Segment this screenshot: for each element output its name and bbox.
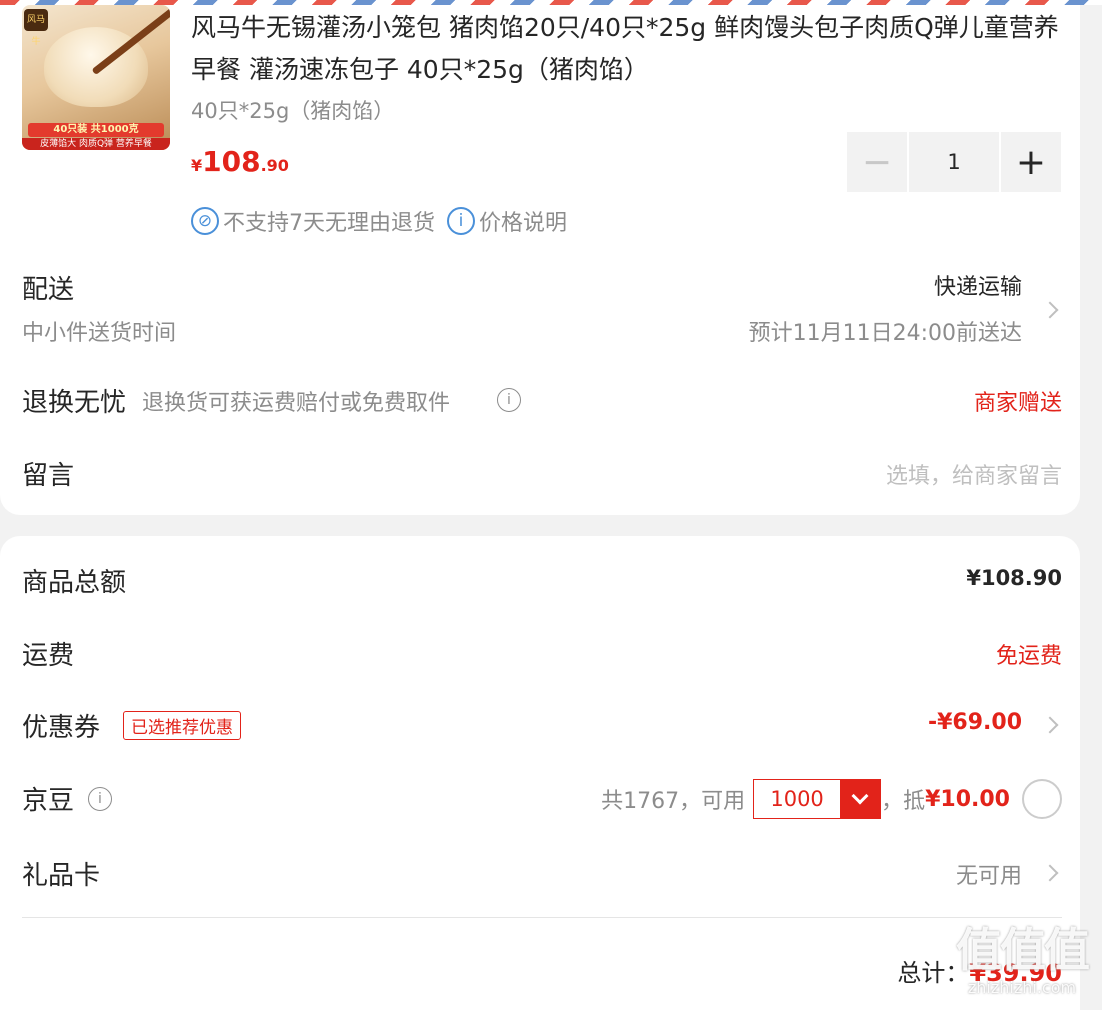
product-price: ¥108.90 [191,145,289,178]
goods-total-label: 商品总额 [22,568,127,598]
image-band-text: 40只装 共1000克 [28,123,164,137]
chevron-right-icon [1041,864,1059,882]
chevron-right-icon [1041,716,1059,734]
divider [22,917,1062,918]
product-image[interactable]: 风马牛 40只装 共1000克 皮薄馅大 肉质Q弹 营养早餐 [22,5,170,150]
chevron-down-icon[interactable] [840,780,881,818]
coupon-tag: 已选推荐优惠 [123,711,241,740]
message-row[interactable]: 留言 选填，给商家留言 [22,453,1062,493]
coupon-row[interactable]: 优惠券 已选推荐优惠 -¥69.00 [22,705,1062,745]
returns-desc: 退换货可获运费赔付或免费取件 [142,391,451,416]
jingdou-controls: 共1767，可用 1000 ，抵 ¥10.00 [601,779,1010,819]
total-row: 总计： ¥39.90 [22,950,1062,990]
price-decimal: .90 [260,156,289,175]
chevron-right-icon [1041,301,1059,319]
watermark-domain: zhizhizhi.com [967,978,1077,997]
brand-logo: 风马牛 [24,9,48,47]
decrease-button[interactable]: − [847,132,907,192]
jingdou-label: 京豆 [22,786,75,816]
delivery-sub-label: 中小件送货时间 [22,321,177,346]
returns-value: 商家赠送 [973,391,1062,416]
price-symbol: ¥ [191,156,203,175]
shipping-label: 运费 [22,641,75,671]
jingdou-radio[interactable] [1022,779,1062,819]
returns-label: 退换无忧 [22,388,127,418]
shipping-row: 运费 免运费 [22,633,1062,673]
product-title[interactable]: 风马牛无锡灌汤小笼包 猪肉馅20只/40只*25g 鲜肉馒头包子肉质Q弹儿童营养… [191,7,1071,91]
site-watermark: 值值值 zhizhizhi.com [952,922,1092,1002]
info-icon[interactable]: i [88,787,112,811]
goods-total-row: 商品总额 ¥108.90 [22,560,1062,600]
info-icon[interactable]: i [497,388,521,412]
coupon-label: 优惠券 [22,713,101,743]
no-return-icon: ⊘ [191,207,219,235]
jingdou-amount: 1000 [770,787,824,811]
message-input[interactable]: 选填，给商家留言 [886,458,1062,490]
giftcard-row[interactable]: 礼品卡 无可用 [22,853,1062,893]
jingdou-deduct-value: ¥10.00 [925,786,1010,812]
image-bottom-text: 皮薄馅大 肉质Q弹 营养早餐 [22,138,170,150]
increase-button[interactable]: + [1001,132,1061,192]
returns-row[interactable]: 退换无忧 退换货可获运费赔付或免费取件 i 商家赠送 [22,380,1062,420]
price-integer: 108 [202,145,261,178]
quantity-stepper: − 1 + [847,132,1061,192]
order-item-card: 风马牛 40只装 共1000克 皮薄馅大 肉质Q弹 营养早餐 风马牛无锡灌汤小笼… [0,5,1080,515]
jingdou-row: 京豆 i 共1767，可用 1000 ，抵 ¥10.00 [22,778,1062,820]
giftcard-label: 礼品卡 [22,861,101,891]
watermark-logo: 值值值 [956,923,1090,977]
price-note-link[interactable]: 价格说明 [479,205,567,237]
jingdou-deduct-prefix: ，抵 [881,789,926,814]
jingdou-select[interactable]: 1000 [753,779,882,819]
price-summary-card [0,536,1080,1010]
shipping-value: 免运费 [995,644,1062,669]
jingdou-total: 共1767，可用 [601,789,746,814]
quantity-value[interactable]: 1 [909,132,999,192]
message-label: 留言 [22,461,75,491]
delivery-label: 配送 [22,275,75,305]
info-icon: i [447,207,475,235]
no-return-text[interactable]: 不支持7天无理由退货 [223,205,435,237]
delivery-eta: 预计11月11日24:00前送达 [748,321,1022,346]
coupon-value: -¥69.00 [927,710,1022,735]
product-spec: 40只*25g（猪肉馅） [191,99,395,123]
delivery-row[interactable]: 配送 快递运输 中小件送货时间 预计11月11日24:00前送达 [22,267,1062,357]
giftcard-value: 无可用 [955,864,1022,889]
goods-total-value: ¥108.90 [966,566,1062,590]
delivery-method: 快递运输 [933,275,1022,300]
service-notice: ⊘ 不支持7天无理由退货 i 价格说明 [191,205,567,237]
